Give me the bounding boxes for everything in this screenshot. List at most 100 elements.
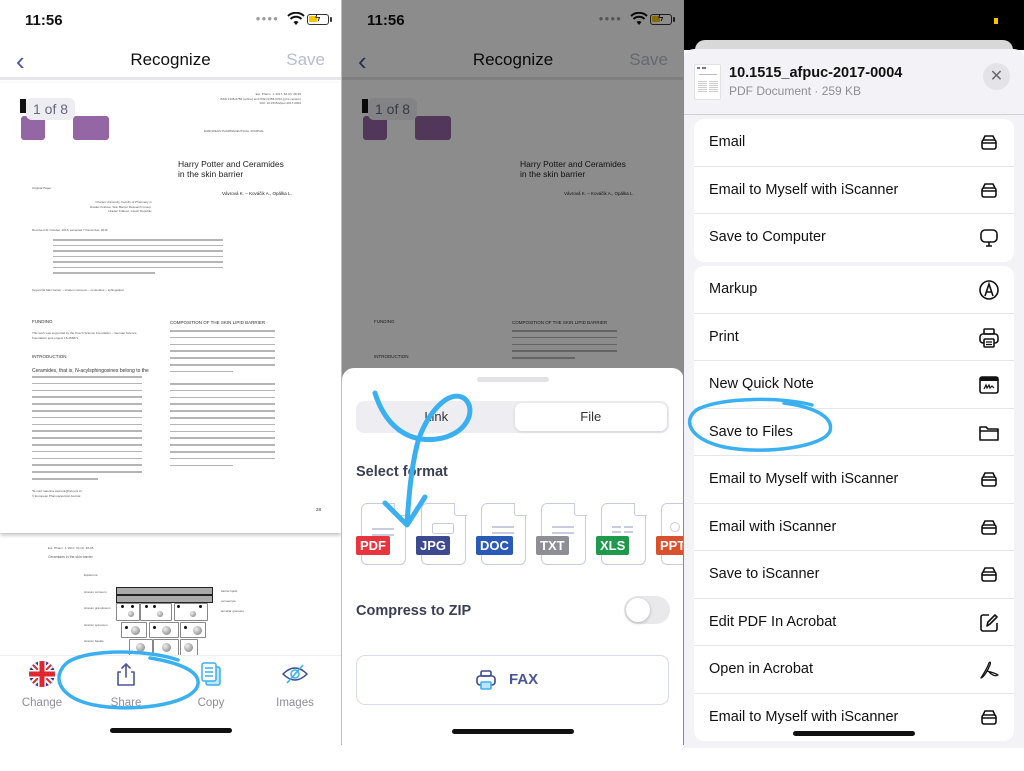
document-icon: [481, 502, 527, 565]
intro-heading: INTRODUCTION: [32, 354, 67, 359]
footnote: *E-mail: katerina.vavrova@faf.cuni.cz © E…: [32, 489, 82, 498]
tab-link[interactable]: Link: [358, 403, 515, 431]
text-line: [53, 255, 223, 257]
spreadsheet-icon: [601, 502, 647, 565]
action-label: Save to Files: [709, 423, 793, 440]
text-line: [170, 417, 275, 419]
battery-icon: [994, 18, 998, 24]
text-line: [53, 261, 223, 263]
diagram-label: barrier lipids: [221, 589, 238, 593]
format-label: PDF: [356, 536, 390, 555]
text-line: [170, 330, 275, 332]
share-action-print[interactable]: Print: [694, 314, 1014, 361]
format-pdf[interactable]: PDF: [356, 502, 407, 565]
text-line: [170, 357, 275, 359]
action-label: Edit PDF In Acrobat: [709, 613, 837, 630]
document-icon: [361, 502, 407, 565]
eye-slash-icon: [281, 664, 309, 684]
share-action-email-myself[interactable]: Email to Myself with iScanner: [694, 167, 1014, 214]
share-action-save-to-computer[interactable]: Save to Computer: [694, 214, 1014, 262]
text-line: [32, 423, 142, 426]
text-line: [53, 239, 223, 241]
select-format-label: Select format: [356, 464, 448, 480]
format-jpg[interactable]: JPG: [416, 502, 467, 565]
diagram-label: lamellar granules: [221, 609, 244, 613]
tab-file[interactable]: File: [514, 403, 667, 431]
share-action-open-acrobat[interactable]: Open in Acrobat: [694, 646, 1014, 694]
action-label: Email to Myself with iScanner: [709, 181, 899, 198]
sheet-grabber[interactable]: [477, 377, 549, 382]
page-indicator: 1 of 8: [26, 98, 76, 120]
images-label: Images: [276, 697, 314, 709]
format-label: DOC: [476, 536, 513, 555]
share-sheet: 10.1515_afpuc-2017-0004 PDF Document · 2…: [684, 49, 1024, 748]
share-header: 10.1515_afpuc-2017-0004 PDF Document · 2…: [684, 49, 1024, 115]
action-label: Markup: [709, 281, 758, 297]
presentation-icon: [661, 503, 684, 565]
format-txt[interactable]: TXT: [536, 502, 587, 565]
text-line: [32, 437, 142, 439]
page2-header: Eur. Pharm. J. 2017, 64 (2): 28-35: [48, 546, 94, 550]
share-action-email-iscanner[interactable]: Email with iScanner: [694, 504, 1014, 551]
text-line: [32, 471, 142, 473]
text-line: [32, 430, 142, 432]
file-thumbnail: [694, 64, 721, 100]
change-language-button[interactable]: Change: [7, 660, 77, 709]
compress-zip-toggle[interactable]: [624, 596, 670, 624]
paper-type: Original Paper: [32, 186, 52, 190]
keywords: Keywords Skin barrier – stratum corneum …: [32, 288, 124, 292]
funding-heading: FUNDING: [32, 319, 53, 324]
document-page-1[interactable]: 1 of 8 Eur. Pharm. J. 2017, 64 (2): 28-3…: [0, 83, 341, 533]
page-number: 28: [315, 507, 321, 512]
text-line: [170, 423, 275, 426]
text-line: [53, 272, 155, 274]
copy-button[interactable]: Copy: [176, 660, 246, 709]
format-ppt[interactable]: PPT: [656, 503, 684, 565]
diagram-label: corneocyte: [221, 599, 236, 603]
share-actions-group-2: Markup Print New Quick Note Save to File…: [694, 266, 1014, 741]
computer-icon: [980, 229, 998, 247]
document-icon: [541, 502, 587, 565]
document-page-2[interactable]: Eur. Pharm. J. 2017, 64 (2): 28-35 Ceram…: [0, 538, 341, 658]
share-action-markup[interactable]: Markup: [694, 266, 1014, 314]
share-label: Share: [110, 697, 142, 709]
highlight-mark: [73, 116, 109, 140]
format-doc[interactable]: DOC: [476, 502, 527, 565]
home-indicator: [452, 729, 574, 734]
text-line: [32, 464, 142, 466]
folder-icon: [979, 425, 999, 441]
copy-icon: [201, 662, 221, 686]
diagram-layer-label: stratum spinosum: [84, 623, 108, 627]
share-action-quick-note[interactable]: New Quick Note: [694, 361, 1014, 409]
images-button[interactable]: Images: [260, 660, 330, 709]
share-action-email-myself[interactable]: Email to Myself with iScanner: [694, 456, 1014, 504]
status-bar: 11:56 ●●●● ϟ: [0, 0, 341, 44]
save-button[interactable]: Save: [286, 50, 325, 70]
share-action-save-to-iscanner[interactable]: Save to iScanner: [694, 551, 1014, 599]
share-action-edit-acrobat[interactable]: Edit PDF In Acrobat: [694, 599, 1014, 646]
battery-icon: ϟ: [307, 13, 332, 25]
fax-label: FAX: [509, 671, 539, 688]
share-button[interactable]: Share: [91, 660, 161, 709]
text-line: [170, 370, 233, 373]
text-line: [170, 437, 275, 439]
signal-icon: ●●●●: [255, 14, 279, 23]
text-line: [170, 343, 275, 346]
fax-button[interactable]: FAX: [356, 655, 669, 705]
scanner-icon: [981, 182, 997, 198]
text-line: [32, 396, 142, 398]
share-action-email[interactable]: Email: [694, 119, 1014, 167]
share-icon: [117, 662, 135, 686]
acrobat-icon: [980, 661, 999, 679]
compress-zip-label: Compress to ZIP: [356, 603, 472, 619]
scanner-icon: [981, 567, 997, 582]
close-button[interactable]: ✕: [983, 63, 1010, 90]
share-action-save-to-files[interactable]: Save to Files: [694, 409, 1014, 456]
format-xls[interactable]: XLS: [596, 502, 647, 565]
journal-name: EUROPEAN PHARMACEUTICAL JOURNAL: [204, 129, 265, 133]
action-label: Email with iScanner: [709, 518, 837, 535]
text-line: [32, 444, 142, 446]
copy-label: Copy: [197, 697, 225, 709]
text-line: [170, 451, 275, 453]
diagram-layer-label: stratum granulosum: [84, 606, 111, 610]
